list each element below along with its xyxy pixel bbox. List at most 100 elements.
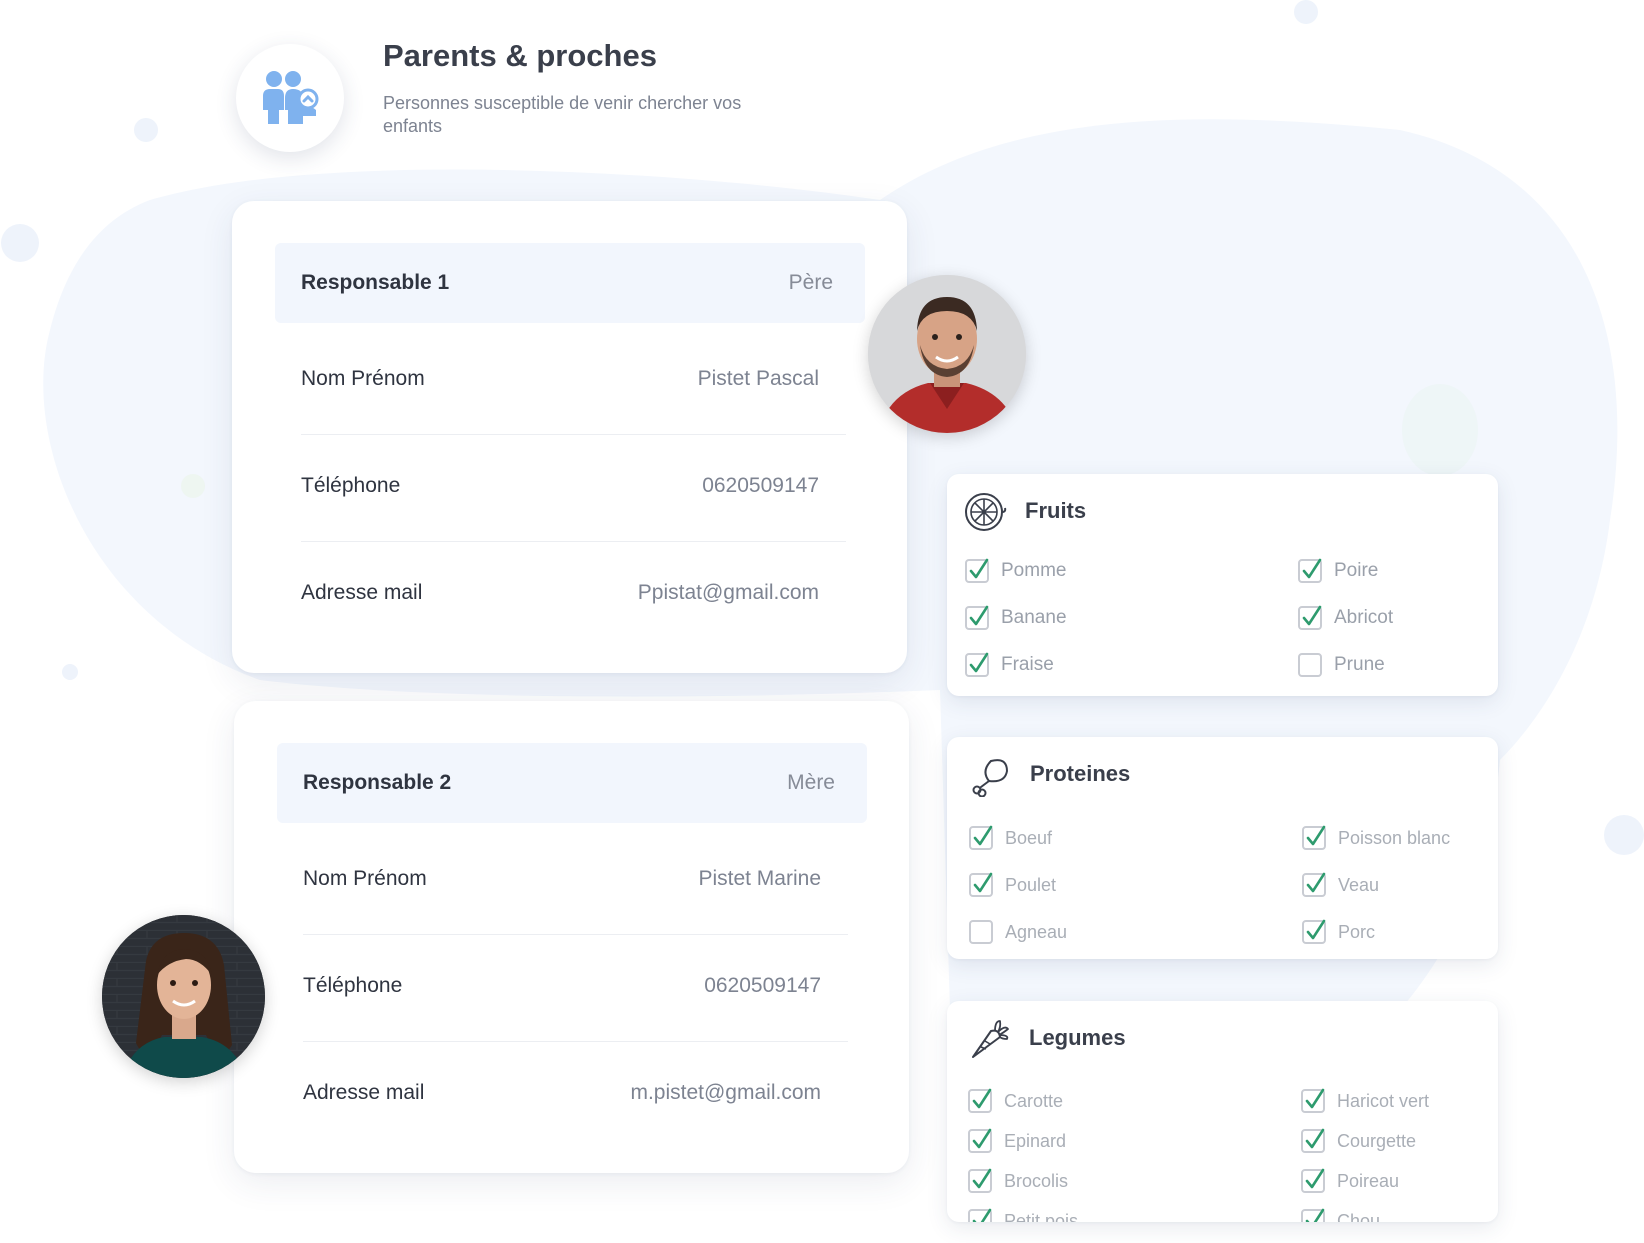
responsable-title: Responsable 2 (303, 771, 452, 794)
protein-option-poisson-blanc[interactable]: Poisson blanc (1302, 825, 1451, 850)
fruit-option-pomme[interactable]: Pomme (965, 558, 1067, 583)
option-label: Banane (1001, 607, 1067, 628)
checkbox[interactable] (968, 1128, 992, 1153)
legumes-title: Legumes (1029, 1025, 1126, 1050)
option-label: Fraise (1001, 654, 1054, 675)
row-label: Téléphone (303, 974, 403, 997)
row-value: Pistet Pascal (697, 367, 819, 390)
option-label: Petit pois (1004, 1210, 1079, 1223)
vegetable-option-brocolis[interactable]: Brocolis (968, 1168, 1069, 1193)
header-icon (236, 44, 344, 152)
checkbox[interactable] (1301, 1128, 1325, 1153)
row-value: m.pistet@gmail.com (630, 1081, 821, 1104)
protein-option-poulet[interactable]: Poulet (969, 872, 1057, 897)
check-icon (973, 825, 993, 846)
checkbox[interactable] (1301, 1208, 1325, 1222)
check-icon (972, 1088, 992, 1109)
vegetable-option-chou[interactable]: Chou (1301, 1208, 1381, 1223)
fruit-option-prune[interactable]: Prune (1298, 653, 1385, 677)
check-icon (1302, 605, 1322, 626)
phone-row: Téléphone 0620509147 (303, 934, 848, 1042)
check-icon (1302, 558, 1322, 579)
checkbox[interactable] (1302, 825, 1326, 850)
checkbox[interactable] (1298, 653, 1322, 677)
checkbox[interactable] (1302, 919, 1326, 944)
email-row: Adresse mail Ppistat@gmail.com (301, 541, 846, 648)
vegetable-option-petit-pois[interactable]: Petit pois (968, 1208, 1079, 1223)
checkbox[interactable] (1298, 558, 1322, 583)
option-label: Abricot (1334, 607, 1394, 628)
row-value: Ppistat@gmail.com (637, 581, 819, 604)
protein-option-veau[interactable]: Veau (1302, 872, 1380, 897)
check-icon (969, 558, 989, 579)
responsable-header: Responsable 2 Mère (277, 743, 867, 823)
option-label: Agneau (1005, 921, 1068, 942)
checkbox[interactable] (1301, 1088, 1325, 1113)
checkbox[interactable] (969, 920, 993, 944)
page-title: Parents & proches (383, 38, 657, 73)
vegetable-option-courgette[interactable]: Courgette (1301, 1128, 1417, 1153)
row-label: Nom Prénom (303, 867, 427, 890)
email-row: Adresse mail m.pistet@gmail.com (303, 1041, 848, 1148)
option-label: Poulet (1005, 874, 1057, 895)
fruits-title: Fruits (1025, 498, 1087, 523)
fruit-option-abricot[interactable]: Abricot (1298, 605, 1394, 630)
checkbox[interactable] (1298, 605, 1322, 630)
check-icon (972, 1128, 992, 1149)
name-row: Nom Prénom Pistet Marine (303, 827, 848, 935)
name-row: Nom Prénom Pistet Pascal (301, 327, 846, 435)
checkbox[interactable] (969, 825, 993, 850)
check-icon (972, 1208, 992, 1222)
vegetable-option-haricot-vert[interactable]: Haricot vert (1301, 1088, 1429, 1113)
checkbox[interactable] (969, 872, 993, 897)
check-icon (1305, 1128, 1325, 1149)
row-value: 0620509147 (704, 974, 821, 997)
responsable-title: Responsable 1 (301, 271, 450, 294)
option-label: Pomme (1001, 560, 1067, 581)
option-label: Courgette (1337, 1130, 1417, 1151)
protein-option-porc[interactable]: Porc (1302, 919, 1376, 944)
proteines-card: Proteines Boeuf Poisson blanc Poulet Vea… (947, 737, 1498, 959)
fruit-option-banane[interactable]: Banane (965, 605, 1067, 630)
row-label: Téléphone (301, 474, 401, 497)
fruit-option-fraise[interactable]: Fraise (965, 652, 1054, 677)
option-label: Brocolis (1004, 1170, 1069, 1191)
legumes-card: Legumes Carotte Haricot vert Epinard Cou… (947, 1001, 1498, 1222)
check-icon (972, 1168, 992, 1189)
drumstick-icon (972, 759, 1009, 797)
row-value: Pistet Marine (698, 867, 821, 890)
option-label: Poire (1334, 560, 1379, 581)
checkbox[interactable] (968, 1088, 992, 1113)
checkbox[interactable] (1301, 1168, 1325, 1193)
vegetable-option-poireau[interactable]: Poireau (1301, 1168, 1400, 1193)
checkbox[interactable] (965, 652, 989, 677)
fruit-option-poire[interactable]: Poire (1298, 558, 1379, 583)
option-label: Poisson blanc (1338, 827, 1451, 848)
row-label: Adresse mail (303, 1081, 425, 1104)
checkbox[interactable] (1302, 872, 1326, 897)
responsable-card-2: Responsable 2 Mère Nom Prénom Pistet Mar… (234, 701, 909, 1173)
fruits-card: Fruits Pomme Poire Banane Abricot Fraise… (947, 474, 1498, 696)
option-label: Chou (1337, 1210, 1381, 1223)
checkbox[interactable] (965, 558, 989, 583)
protein-option-agneau[interactable]: Agneau (969, 920, 1067, 944)
vegetable-option-epinard[interactable]: Epinard (968, 1128, 1066, 1153)
responsable-card-1: Responsable 1 Père Nom Prénom Pistet Pas… (232, 201, 907, 673)
checkbox[interactable] (965, 605, 989, 630)
proteines-title: Proteines (1030, 761, 1131, 786)
option-label: Porc (1338, 921, 1376, 942)
responsable-role: Mère (787, 771, 835, 794)
option-label: Prune (1334, 654, 1385, 675)
row-label: Adresse mail (301, 581, 423, 604)
mother-avatar (102, 915, 265, 1078)
responsable-role: Père (788, 271, 833, 294)
vegetable-option-carotte[interactable]: Carotte (968, 1088, 1063, 1113)
check-icon (1305, 1168, 1325, 1189)
option-label: Poireau (1337, 1170, 1400, 1191)
check-icon (969, 605, 989, 626)
checkbox[interactable] (968, 1208, 992, 1222)
check-icon (1306, 872, 1326, 893)
protein-option-boeuf[interactable]: Boeuf (969, 825, 1052, 850)
checkbox[interactable] (968, 1168, 992, 1193)
option-label: Veau (1338, 874, 1380, 895)
